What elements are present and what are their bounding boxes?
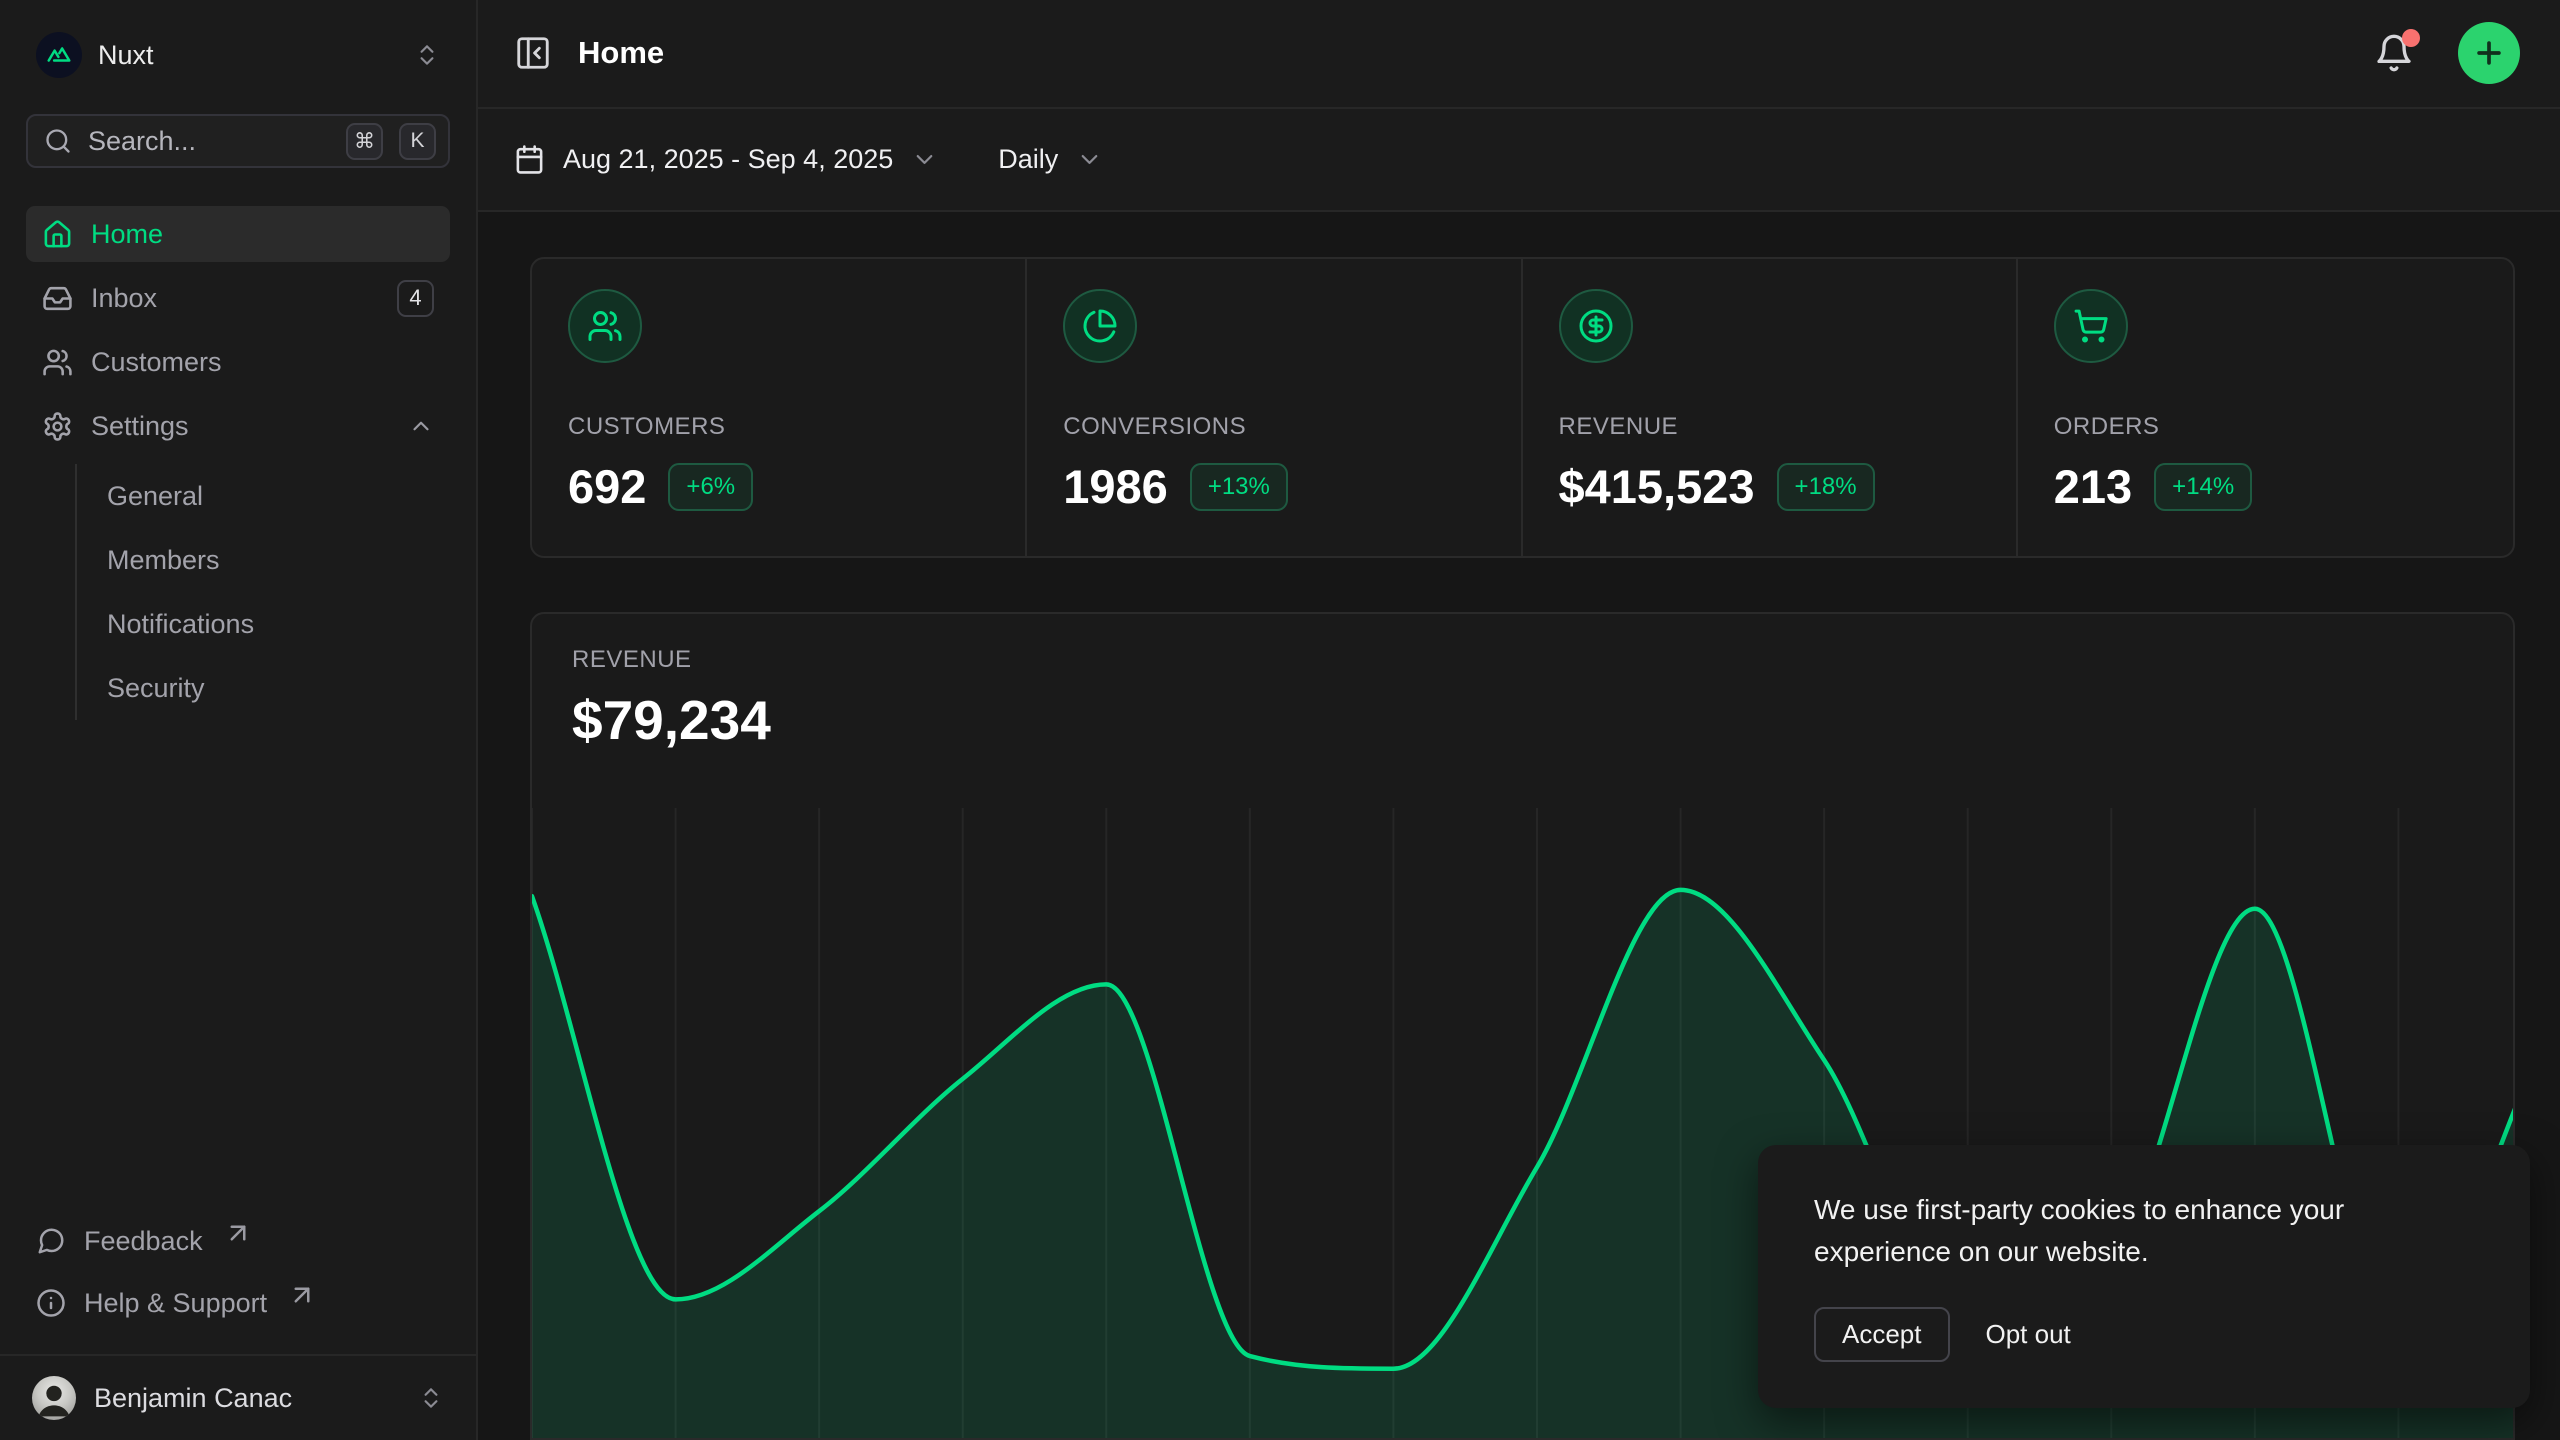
sidebar-item-label: Inbox [91,283,379,314]
page-header: Home [478,0,2560,109]
accept-cookies-button[interactable]: Accept [1814,1307,1950,1362]
stat-value: $415,523 [1559,459,1755,514]
chart-total-value: $79,234 [572,688,2473,752]
stat-card-revenue: REVENUE $415,523 +18% [1523,259,2018,556]
stat-card-orders: ORDERS 213 +14% [2018,259,2513,556]
feedback-link[interactable]: Feedback [26,1210,450,1272]
sidebar-item-notifications[interactable]: Notifications [107,592,450,656]
stat-label: REVENUE [1559,413,1980,441]
cookie-message: We use first-party cookies to enhance yo… [1814,1189,2474,1273]
sidebar-item-label: Customers [91,347,434,378]
pie-chart-icon [1063,289,1137,363]
search-input[interactable]: Search... ⌘ K [26,114,450,168]
sidebar: Nuxt Search... ⌘ K Home [0,0,478,1440]
stat-label: CUSTOMERS [568,413,989,441]
sidebar-item-label: Home [91,219,434,250]
stat-card-customers: CUSTOMERS 692 +6% [532,259,1027,556]
sidebar-item-customers[interactable]: Customers [26,334,450,390]
chevrons-up-down-icon [418,1385,444,1411]
kbd-cmd: ⌘ [346,123,383,160]
sidebar-spacer [26,726,450,1210]
kbd-k: K [399,123,436,160]
filters-toolbar: Aug 21, 2025 - Sep 4, 2025 Daily [478,109,2560,212]
stat-value: 692 [568,459,646,514]
help-support-link[interactable]: Help & Support [26,1272,450,1334]
sidebar-item-general[interactable]: General [107,464,450,528]
stat-card-conversions: CONVERSIONS 1986 +13% [1027,259,1522,556]
user-menu[interactable]: Benjamin Canac [0,1354,476,1440]
external-link-icon [287,1280,317,1310]
info-icon [36,1288,66,1318]
chat-bubble-icon [36,1226,66,1256]
date-range-picker[interactable]: Aug 21, 2025 - Sep 4, 2025 [514,144,938,175]
page-title: Home [578,35,2374,71]
stat-delta-badge: +14% [2154,463,2252,511]
notifications-button[interactable] [2374,33,2414,73]
sidebar-item-inbox[interactable]: Inbox 4 [26,270,450,326]
stats-cards: CUSTOMERS 692 +6% CONVERSIONS 1986 +13% [530,257,2515,558]
users-icon [568,289,642,363]
sidebar-item-settings[interactable]: Settings [26,398,450,454]
users-icon [42,347,73,378]
granularity-select[interactable]: Daily [998,144,1103,175]
nuxt-logo-icon [36,32,82,78]
user-name: Benjamin Canac [94,1383,400,1414]
chevrons-up-down-icon [414,42,440,68]
workspace-name: Nuxt [98,40,398,71]
house-icon [42,219,73,250]
dollar-circle-icon [1559,289,1633,363]
inbox-icon [42,283,73,314]
stat-label: ORDERS [2054,413,2477,441]
opt-out-button[interactable]: Opt out [1986,1319,2071,1350]
avatar [32,1376,76,1420]
stat-value: 1986 [1063,459,1168,514]
search-placeholder: Search... [88,126,330,157]
date-range-value: Aug 21, 2025 - Sep 4, 2025 [563,144,893,175]
cookie-banner: We use first-party cookies to enhance yo… [1758,1145,2530,1408]
stat-delta-badge: +18% [1777,463,1875,511]
app-root: Nuxt Search... ⌘ K Home [0,0,2560,1440]
plus-icon [2472,36,2506,70]
search-icon [44,127,72,155]
stat-delta-badge: +6% [668,463,753,511]
stat-delta-badge: +13% [1190,463,1288,511]
external-link-icon [223,1218,253,1248]
feedback-label: Feedback [84,1226,203,1257]
sidebar-nav: Home Inbox 4 Customers Settings [26,206,450,726]
settings-subnav: General Members Notifications Security [75,464,450,720]
chart-title: REVENUE [572,646,2473,674]
stat-value: 213 [2054,459,2132,514]
help-support-label: Help & Support [84,1288,267,1319]
calendar-icon [514,144,545,175]
chevron-down-icon [911,146,938,173]
stat-label: CONVERSIONS [1063,413,1484,441]
chevron-up-icon [408,413,434,439]
notification-dot [2402,29,2420,47]
sidebar-item-home[interactable]: Home [26,206,450,262]
cart-icon [2054,289,2128,363]
main-panel: Home Aug 21, 2025 - Sep 4, 2025 [478,0,2560,1440]
sidebar-item-security[interactable]: Security [107,656,450,720]
sidebar-footer-links: Feedback Help & Support [26,1210,450,1354]
sidebar-item-label: Settings [91,411,390,442]
chevron-down-icon [1076,146,1103,173]
sidebar-collapse-button[interactable] [514,34,552,72]
inbox-count-badge: 4 [397,280,434,317]
workspace-switcher[interactable]: Nuxt [26,24,450,86]
gear-icon [42,411,73,442]
add-button[interactable] [2458,22,2520,84]
granularity-value: Daily [998,144,1058,175]
sidebar-item-members[interactable]: Members [107,528,450,592]
